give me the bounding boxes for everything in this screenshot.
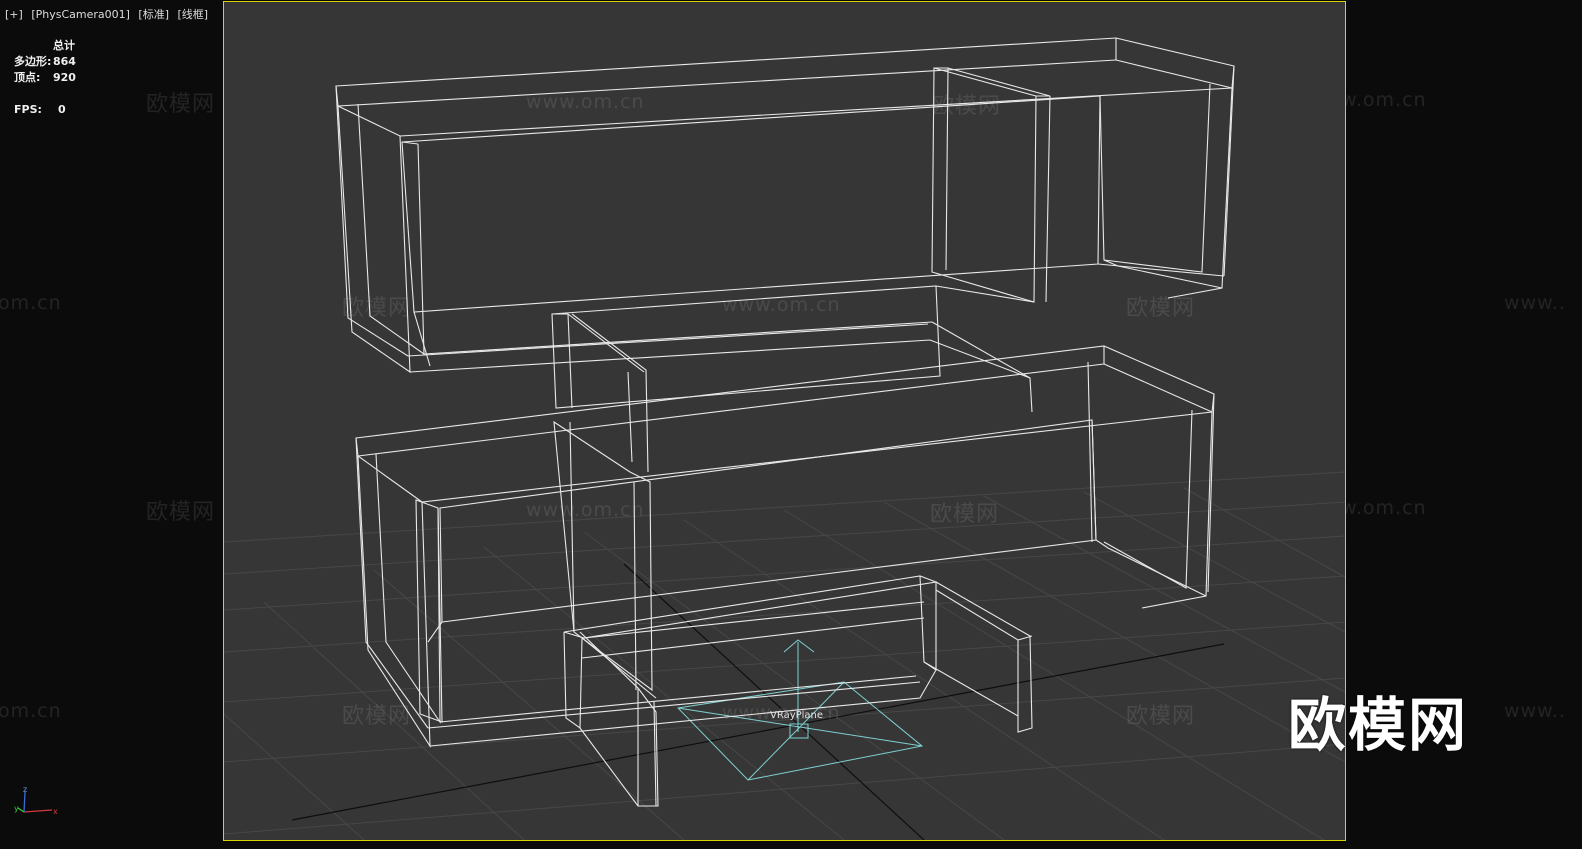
stats-header: 总计 [53,39,75,52]
watermark-url-fragment: om.cn [0,700,62,722]
watermark-brand: 欧模网 [342,704,412,729]
stats-fps: FPS: 0 [14,102,76,118]
stats-polygons: 多边形: 864 [14,54,76,70]
watermark-url: www.om.cn [526,91,645,113]
viewport-menu-plus[interactable]: [+] [5,8,23,21]
watermark-brand: 欧模网 [342,296,412,321]
watermark-url: www.om.cn [722,294,841,316]
axis-x-label: x [53,807,58,816]
axis-y-label: y [14,804,19,813]
viewport-display-label[interactable]: [线框] [178,8,209,21]
watermark-brand: 欧模网 [1126,296,1196,321]
axis-gizmo-icon: x z y [14,785,58,816]
watermark-brand: 欧模网 [930,502,1000,527]
polygons-value: 864 [53,55,76,68]
vertices-label: 顶点: [14,71,41,84]
vertices-value: 920 [53,71,76,84]
ground-grid [224,471,1345,840]
watermark-brand: 欧模网 [146,92,216,117]
polygons-label: 多边形: [14,55,52,68]
watermark-url-prefix: www.. [1504,292,1566,314]
stats-vertices: 顶点: 920 [14,70,76,86]
viewport-label[interactable]: [+] [PhysCamera001] [标准] [线框] [5,6,213,22]
watermark-brand: 欧模网 [1126,704,1196,729]
watermark-brand: 欧模网 [146,500,216,525]
axis-z-label: z [23,785,27,794]
watermark-url: www.om.cn [526,499,645,521]
watermark-url: www.om.cn [722,702,841,724]
fps-value: 0 [58,103,66,116]
fps-label: FPS: [14,103,42,116]
viewport-shading-label[interactable]: [标准] [138,8,169,21]
watermark-url-fragment: om.cn [0,292,62,314]
brand-logo: 欧模网 [1288,691,1469,759]
watermark-brand: 欧模网 [932,94,1002,119]
scene-statistics: 总计 多边形: 864 顶点: 920 FPS: 0 [14,38,76,118]
viewport-camera-label[interactable]: [PhysCamera001] [31,8,130,21]
watermark-url-prefix: www.. [1504,700,1566,722]
camera-viewport[interactable]: VRayPlane 欧模网 欧模网 欧模网 欧模网 欧模网 欧模网 www.om… [223,1,1346,841]
